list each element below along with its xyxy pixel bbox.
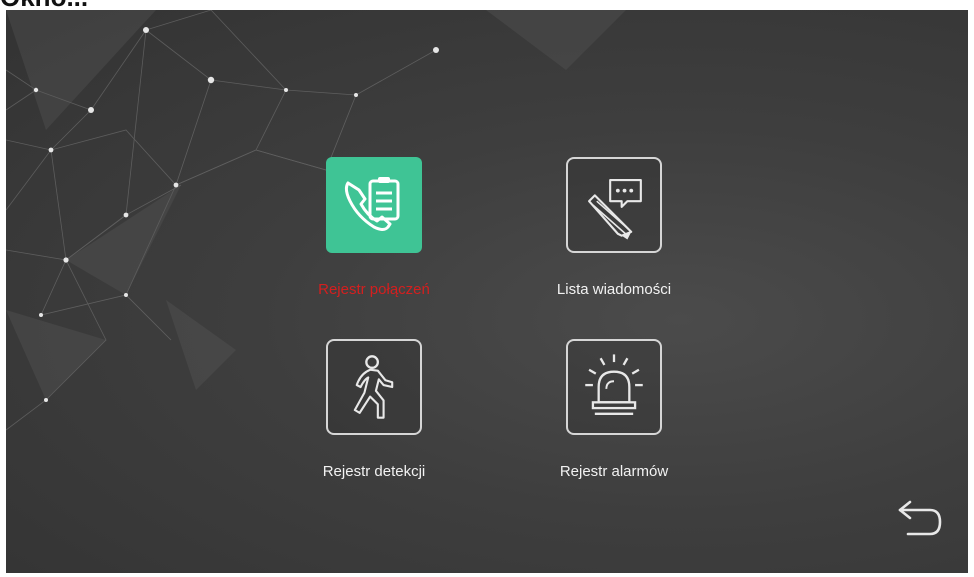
- menu-label-detection-log: Rejestr detekcji: [322, 463, 426, 480]
- tile-detection-log[interactable]: [326, 339, 422, 435]
- call-log-icon: [344, 177, 400, 231]
- message-edit-icon: [588, 179, 642, 240]
- menu-label-alarm-log: Rejestr alarmów: [559, 463, 669, 480]
- app-window: Okno...: [0, 0, 974, 577]
- menu-label-messages: Lista wiadomości: [556, 281, 672, 298]
- menu-label-call-log: Rejestr połączeń: [318, 281, 430, 298]
- menu-item-detection-log[interactable]: Rejestr detekcji: [264, 339, 484, 509]
- screen-area: Rejestr połączeń Lista wiadomości Rejest…: [6, 10, 968, 573]
- menu-item-call-log[interactable]: Rejestr połączeń: [264, 157, 484, 327]
- tile-messages[interactable]: [566, 157, 662, 253]
- motion-person-icon: [353, 355, 394, 419]
- tile-alarm-log[interactable]: [566, 339, 662, 435]
- menu-item-messages[interactable]: Lista wiadomości: [504, 157, 724, 327]
- window-title: Okno...: [0, 0, 140, 8]
- alarm-siren-icon: [585, 354, 643, 415]
- back-button[interactable]: [894, 496, 946, 544]
- back-arrow-icon: [898, 500, 942, 536]
- menu-item-alarm-log[interactable]: Rejestr alarmów: [504, 339, 724, 509]
- tile-call-log[interactable]: [326, 157, 422, 253]
- background-network-pattern: [6, 10, 626, 431]
